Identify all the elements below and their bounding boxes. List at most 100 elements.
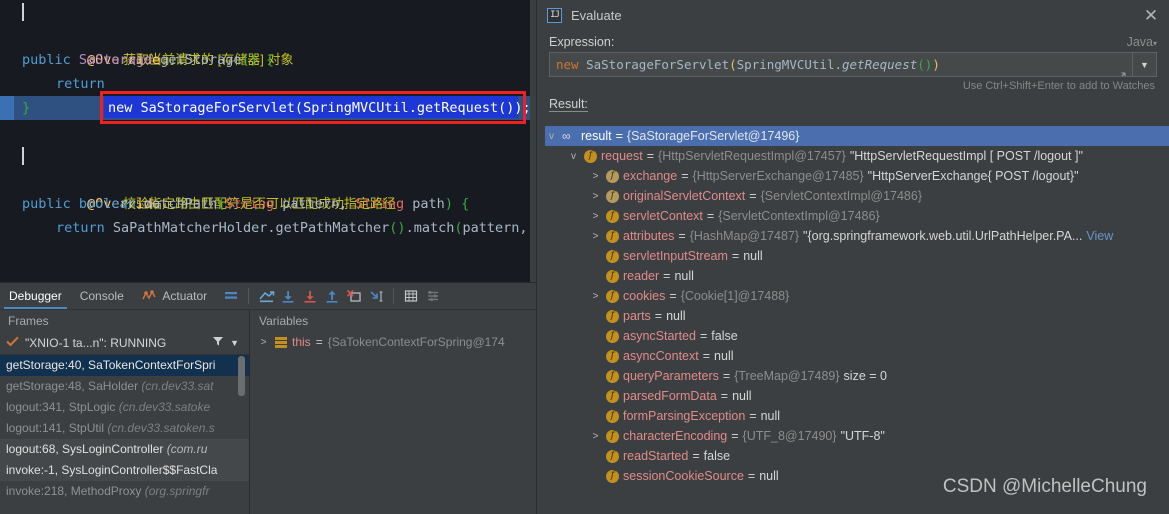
step-over-icon[interactable]	[277, 285, 299, 307]
tree-node-ref: {HttpServerExchange@17485}	[692, 169, 864, 183]
tree-row-exchange[interactable]: > f exchange = {HttpServerExchange@17485…	[545, 166, 1169, 186]
frames-pane: Frames "XNIO-1 ta...n": RUNNING ▼ getSto…	[0, 310, 250, 514]
tree-row-servletcontext[interactable]: > f servletContext = {ServletContextImpl…	[545, 206, 1169, 226]
frames-pane-title: Frames	[8, 314, 49, 328]
tab-actuator[interactable]: Actuator	[133, 283, 216, 309]
expression-label: Expression:	[549, 35, 615, 49]
chevron-down-icon[interactable]: v	[567, 151, 580, 162]
result-label: Result:	[537, 92, 1169, 113]
frame-package: (cn.dev33.sat	[141, 379, 214, 393]
tree-row-parts[interactable]: › f parts = null	[545, 306, 1169, 326]
frame-label: logout:341, StpLogic	[6, 400, 119, 414]
tree-node-literal: "HttpServerExchange{ POST /logout}"	[867, 169, 1079, 183]
tree-row-characterencoding[interactable]: > f characterEncoding = {UTF_8@17490} "U…	[545, 426, 1169, 446]
page-title: Evaluate	[571, 7, 622, 23]
intellij-idea-icon: IJ	[547, 7, 562, 23]
tree-row-readstarted[interactable]: › f readStarted = false	[545, 446, 1169, 466]
show-execution-point-icon[interactable]	[255, 285, 277, 307]
force-step-into-icon[interactable]	[343, 285, 365, 307]
tree-row-originalservletcontext[interactable]: > f originalServletContext = {ServletCon…	[545, 186, 1169, 206]
table-row[interactable]: logout:341, StpLogic (cn.dev33.satoke	[0, 397, 249, 418]
frame-package: (org.springfr	[144, 484, 210, 498]
code-editor[interactable]: 获取当前请求的 [存储器] 对象 @Override public SaStor…	[0, 0, 530, 282]
chevron-right-icon[interactable]: >	[589, 211, 602, 222]
watermark: CSDN @MichelleChung	[942, 476, 1147, 497]
result-label-text: Result:	[549, 97, 588, 112]
tree-row-servletinputstream[interactable]: › f servletInputStream = null	[545, 246, 1169, 266]
field-icon: f	[606, 329, 619, 343]
tree-row-parsedformdata[interactable]: › f parsedFormData = null	[545, 386, 1169, 406]
tree-row-reader[interactable]: › f reader = null	[545, 266, 1169, 286]
tree-node-equals: =	[731, 249, 740, 263]
table-row[interactable]: getStorage:48, SaHolder (cn.dev33.sat	[0, 376, 249, 397]
mute-breakpoints-icon[interactable]	[220, 285, 242, 307]
field-icon: f	[606, 249, 619, 263]
chevron-right-icon[interactable]: >	[257, 337, 270, 348]
tab-console[interactable]: Console	[71, 283, 133, 309]
expression-input[interactable]: new SaStorageForServlet(SpringMVCUtil.ge…	[549, 52, 1132, 77]
code-line-return-statement[interactable]: return	[0, 72, 530, 96]
code-line-method-signature-1: public SaStorage getStorage() {	[22, 52, 275, 68]
chevron-right-icon[interactable]: >	[589, 231, 602, 242]
tab-debugger[interactable]: Debugger	[0, 283, 71, 309]
filter-icon[interactable]	[212, 335, 224, 350]
toolbar-separator-1	[248, 288, 250, 304]
frame-label: logout:68, SysLoginController	[6, 442, 167, 456]
variable-name: this	[292, 335, 311, 349]
settings-icon[interactable]	[422, 285, 444, 307]
variables-pane-title: Variables	[259, 314, 309, 328]
screenshot-root: 获取当前请求的 [存储器] 对象 @Override public SaStor…	[0, 0, 1169, 514]
tree-node-ref: {UTF_8@17490}	[742, 429, 837, 443]
chevron-right-icon[interactable]: >	[589, 431, 602, 442]
language-selector[interactable]: Java▾	[1127, 35, 1157, 49]
expression-history-dropdown[interactable]: ▼	[1132, 52, 1157, 77]
frames-scrollbar[interactable]	[238, 356, 245, 396]
table-row[interactable]: logout:68, SysLoginController (com.ru	[0, 439, 249, 460]
stack-frame-icon	[275, 336, 287, 348]
tree-node-literal: false	[703, 449, 731, 463]
view-link[interactable]: View	[1086, 229, 1113, 243]
chevron-right-icon[interactable]: >	[589, 191, 602, 202]
close-icon[interactable]: ✕	[1141, 5, 1161, 25]
variable-value: {SaTokenContextForSpring@174	[327, 335, 505, 349]
frame-package: (cn.dev33.satoken.s	[107, 421, 215, 435]
tree-row-formparsingexception[interactable]: › f formParsingException = null	[545, 406, 1169, 426]
field-icon: f	[606, 349, 619, 363]
step-into-icon[interactable]	[299, 285, 321, 307]
chevron-right-icon[interactable]: >	[589, 171, 602, 182]
variable-equals: =	[315, 335, 323, 349]
tree-node-literal: "HttpServletRequestImpl [ POST /logout ]…	[849, 149, 1083, 163]
tree-node-name: sessionCookieSource	[623, 469, 744, 483]
evaluate-expression-icon[interactable]	[400, 285, 422, 307]
variable-row-this[interactable]: > this = {SaTokenContextForSpring@174	[251, 331, 536, 353]
debugger-toolbar: Debugger Console Actuator	[0, 283, 536, 310]
chevron-down-icon[interactable]: v	[545, 131, 558, 142]
expand-diagonal-icon[interactable]	[1042, 58, 1126, 76]
code-line-override-2: @Override	[0, 168, 530, 212]
table-row[interactable]: getStorage:40, SaTokenContextForSpri	[0, 355, 249, 376]
tree-node-name: result	[581, 129, 612, 143]
thread-selector[interactable]: "XNIO-1 ta...n": RUNNING ▼	[0, 331, 249, 355]
step-out-icon[interactable]	[321, 285, 343, 307]
chevron-down-icon[interactable]: ▼	[230, 338, 243, 348]
table-row[interactable]: logout:141, StpUtil (cn.dev33.satoken.s	[0, 418, 249, 439]
tree-row-attributes[interactable]: > f attributes = {HashMap@17487} "{org.s…	[545, 226, 1169, 246]
tree-row-result[interactable]: v ∞ result = {SaStorageForServlet@17496}	[545, 126, 1169, 146]
variables-pane: Variables > this = {SaTokenContextForSpr…	[251, 310, 536, 514]
frame-package: (cn.dev33.satoke	[118, 400, 211, 414]
table-row[interactable]: invoke:-1, SysLoginController$$FastCla	[0, 460, 249, 481]
tree-row-cookies[interactable]: > f cookies = {Cookie[1]@17488}	[545, 286, 1169, 306]
field-icon: f	[606, 229, 619, 243]
run-to-cursor-icon[interactable]	[365, 285, 387, 307]
tree-node-literal: null	[714, 349, 734, 363]
tree-node-equals: =	[681, 169, 689, 183]
tree-node-name: formParsingException	[623, 409, 746, 423]
field-icon: f	[606, 209, 619, 223]
table-row[interactable]: invoke:218, MethodProxy (org.springfr	[0, 481, 249, 502]
tree-row-queryparameters[interactable]: › f queryParameters = {TreeMap@17489} si…	[545, 366, 1169, 386]
chevron-right-icon[interactable]: >	[589, 291, 602, 302]
tree-row-asynccontext[interactable]: › f asyncContext = null	[545, 346, 1169, 366]
tree-row-request[interactable]: v f request = {HttpServletRequestImpl@17…	[545, 146, 1169, 166]
tree-row-asyncstarted[interactable]: › f asyncStarted = false	[545, 326, 1169, 346]
result-tree[interactable]: v ∞ result = {SaStorageForServlet@17496}…	[545, 126, 1169, 514]
